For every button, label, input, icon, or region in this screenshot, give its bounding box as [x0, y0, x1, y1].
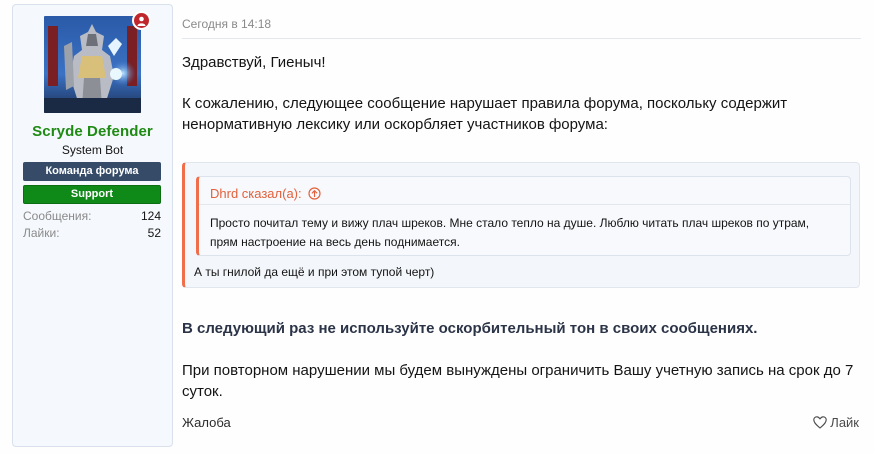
- support-banner: Support: [23, 185, 161, 204]
- quote-author[interactable]: Dhrd сказал(а):: [210, 186, 321, 201]
- messages-label: Сообщения:: [23, 209, 92, 223]
- post-greeting: Здравствуй, Гиеныч!: [182, 54, 326, 71]
- messages-stat: Сообщения: 124: [23, 209, 161, 223]
- quote-block: Dhrd сказал(а): Просто почитал тему и ви…: [182, 162, 860, 288]
- post-warning: В следующий раз не используйте оскорбите…: [182, 320, 758, 337]
- likes-stat: Лайки: 52: [23, 226, 161, 240]
- post-intro: К сожалению, следующее сообщение нарушае…: [182, 95, 788, 133]
- post: Сегодня в 14:18 Здравствуй, Гиеныч! К со…: [182, 0, 861, 454]
- likes-label: Лайки:: [23, 226, 60, 240]
- user-online-icon: [132, 11, 151, 30]
- arrow-up-circle-icon[interactable]: [308, 187, 321, 200]
- nested-quote: Dhrd сказал(а): Просто почитал тему и ви…: [196, 176, 851, 256]
- messages-value: 124: [140, 209, 161, 223]
- post-divider: [182, 38, 861, 39]
- quote-author-label: Dhrd сказал(а):: [210, 186, 302, 201]
- report-link[interactable]: Жалоба: [182, 415, 231, 430]
- user-title: System Bot: [61, 143, 124, 157]
- like-label: Лайк: [830, 415, 859, 430]
- post-notice: При повторном нарушении мы будем вынужде…: [182, 362, 854, 400]
- like-button[interactable]: Лайк: [813, 415, 859, 430]
- avatar-wrap: [44, 11, 151, 113]
- team-banner: Команда форума: [23, 162, 161, 181]
- username[interactable]: Scryde Defender: [13, 123, 172, 140]
- user-panel: Scryde Defender System Bot Команда форум…: [12, 4, 173, 447]
- avatar[interactable]: [44, 16, 141, 113]
- quote-divider: [199, 204, 850, 205]
- heart-icon: [813, 416, 828, 429]
- post-date[interactable]: Сегодня в 14:18: [182, 17, 271, 31]
- quote-text: Просто почитал тему и вижу плач шреков. …: [210, 216, 810, 249]
- quote-reply: А ты гнилой да ещё и при этом тупой черт…: [194, 265, 435, 279]
- likes-value: 52: [147, 226, 161, 240]
